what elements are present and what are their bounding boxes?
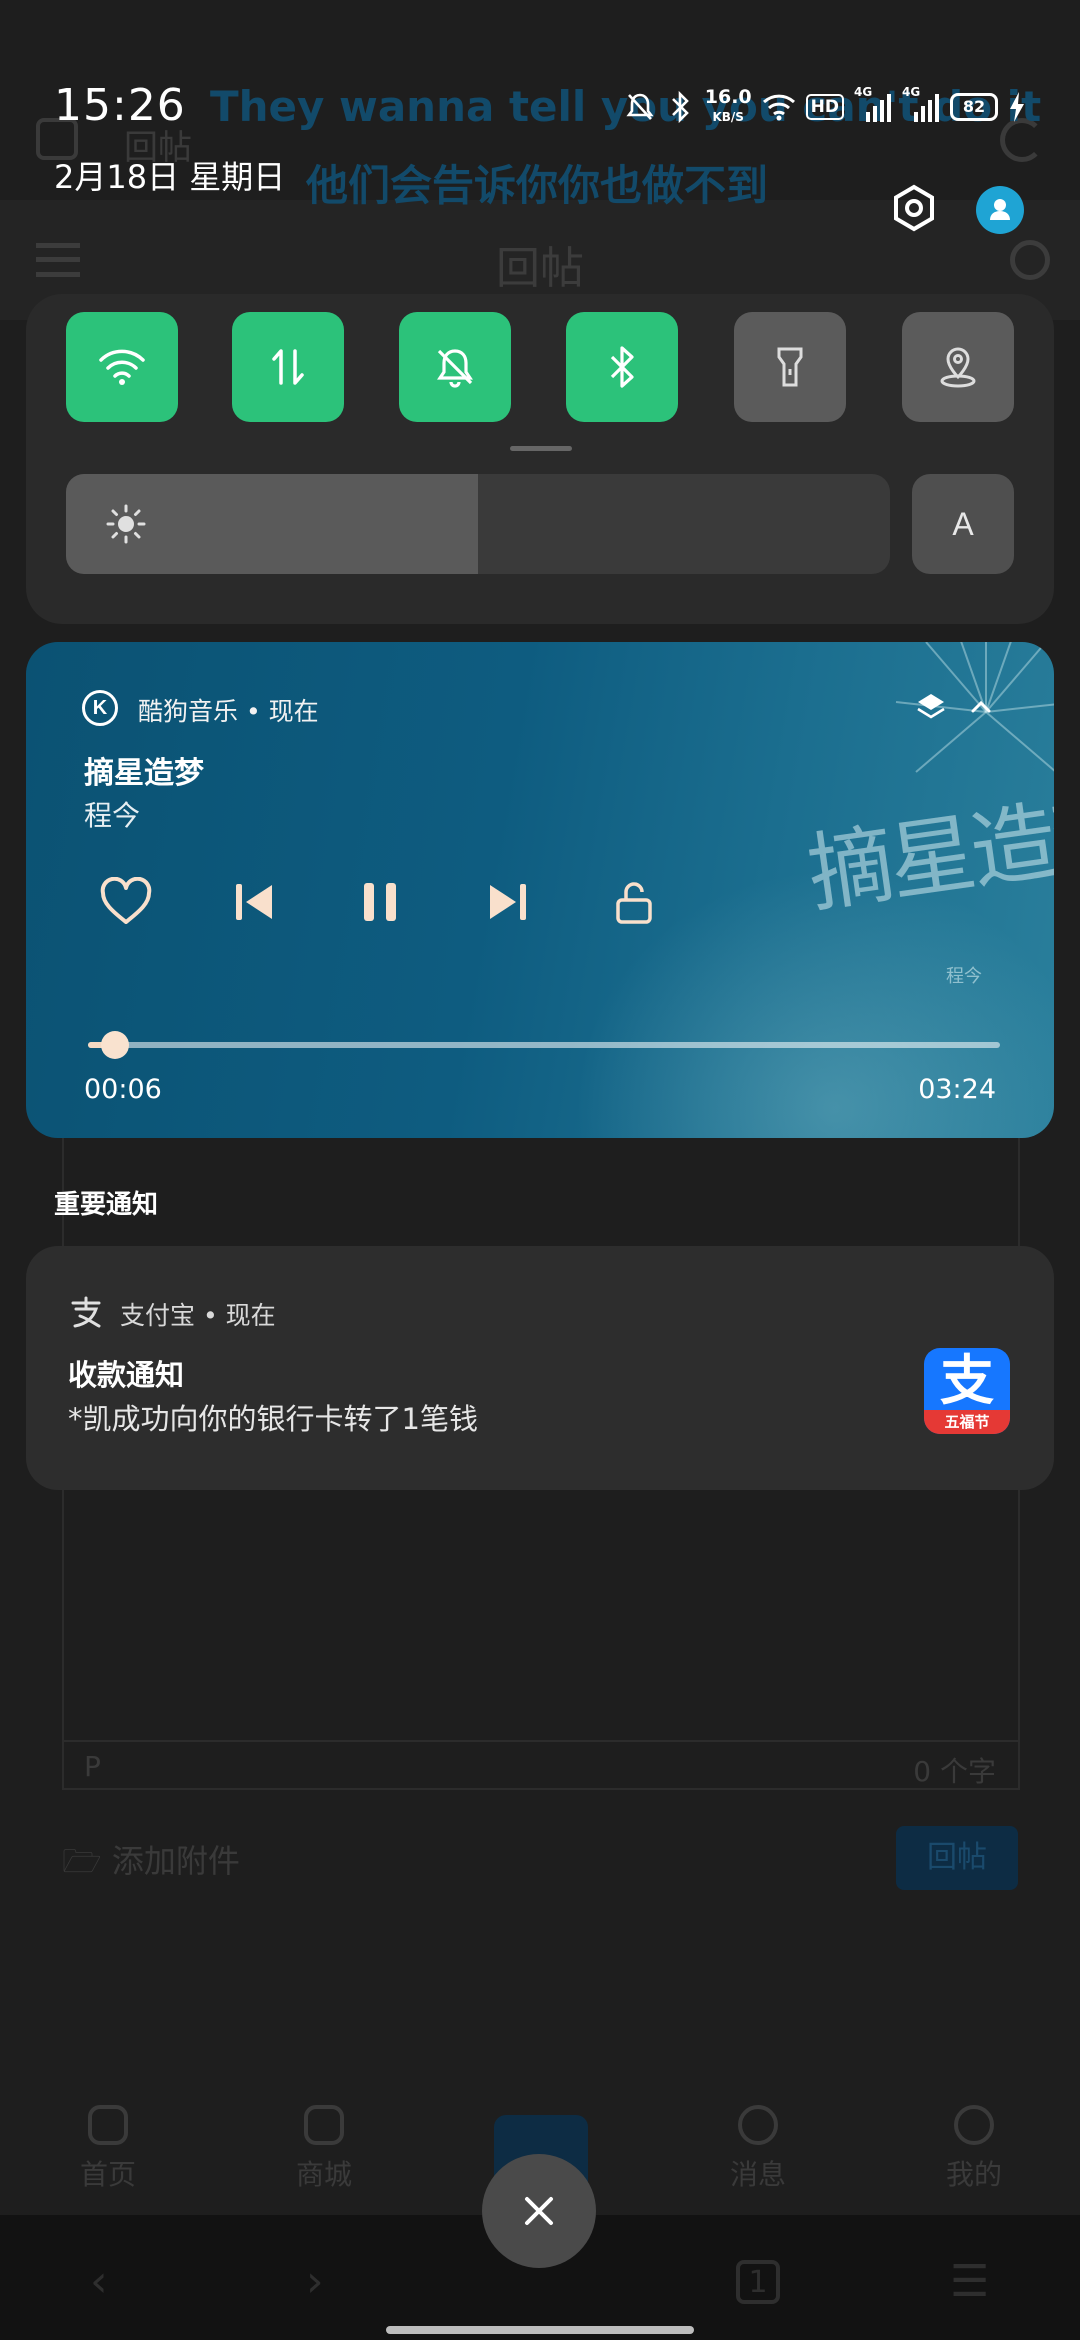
user-icon — [990, 199, 1010, 220]
battery-level: 82 — [950, 93, 998, 121]
qs-tile-silent[interactable] — [399, 312, 511, 422]
attach-text: 添加附件 — [111, 1842, 240, 1880]
previous-button[interactable] — [222, 870, 286, 934]
important-section-label: 重要通知 — [54, 1190, 159, 1220]
hd-label: HD — [810, 97, 839, 117]
panel-drag-handle[interactable] — [510, 446, 572, 451]
auto-brightness-button[interactable]: A — [912, 474, 1014, 574]
brightness-slider[interactable] — [66, 474, 890, 574]
artwork-artist: 程今 — [946, 966, 982, 987]
progress-thumb[interactable] — [101, 1031, 130, 1059]
wifi-icon — [762, 87, 796, 127]
bluetooth-icon — [610, 346, 634, 388]
wifi-icon — [99, 349, 145, 385]
profile-icon — [954, 2105, 994, 2145]
status-icons: 16.0 KB/S HD 4G 4G 82 — [625, 85, 1026, 128]
alipay-logo-char: 支 — [940, 1349, 994, 1412]
char-count: 0 个字 — [913, 1755, 996, 1788]
notification-title: 收款通知 — [68, 1358, 185, 1392]
alipay-logo-icon: 支 五福节 — [924, 1348, 1010, 1434]
mute-icon — [437, 349, 473, 388]
qs-tile-location[interactable] — [902, 312, 1014, 422]
mute-icon — [625, 87, 655, 127]
editor-paragraph-tag: P — [84, 1750, 101, 1783]
forward-icon: › — [306, 2256, 324, 2307]
sim1-label: 4G — [854, 85, 873, 99]
tab-mine: 我的 — [904, 2105, 1044, 2193]
quick-settings-panel: A — [26, 294, 1054, 624]
notification-app-line: 支付宝 • 现在 — [120, 1301, 276, 1330]
unlock-icon — [616, 882, 652, 924]
home-indicator[interactable] — [386, 2326, 694, 2334]
status-date: 2月18日 星期日 — [54, 158, 286, 196]
grid-icon — [304, 2105, 344, 2145]
attach-label: 🗁 添加附件 — [62, 1836, 240, 1893]
total-time: 03:24 — [918, 1074, 996, 1105]
net-speed: 16.0 KB/S — [705, 87, 752, 127]
tab-home: 首页 — [38, 2105, 178, 2193]
alipay-logo-band: 五福节 — [924, 1410, 1010, 1434]
qs-tile-bluetooth[interactable] — [566, 312, 678, 422]
kugou-app-icon: K — [82, 690, 118, 726]
next-icon — [490, 884, 526, 920]
flashlight-icon — [777, 347, 803, 387]
lock-lyrics-button[interactable] — [602, 870, 666, 934]
lyric-line-cn: 他们会告诉你你也做不到 — [306, 161, 769, 210]
brightness-icon — [106, 504, 146, 544]
sim2-label: 4G — [902, 85, 921, 99]
net-speed-unit: KB/S — [712, 110, 744, 124]
qs-tile-flashlight[interactable] — [734, 312, 846, 422]
playback-progress[interactable] — [88, 1031, 1000, 1059]
net-speed-value: 16.0 — [704, 86, 752, 108]
message-icon — [738, 2105, 778, 2145]
pause-icon — [364, 883, 396, 921]
battery-icon: 82 — [950, 87, 998, 127]
status-clock: 15:26 — [54, 80, 186, 131]
media-notification[interactable]: 摘星造梦 程今 K 酷狗音乐 • 现在 摘星造梦 程今 00:06 03:24 — [26, 642, 1054, 1138]
back-icon: ‹ — [90, 2256, 108, 2307]
signal-icon: 4G — [902, 85, 940, 127]
close-icon — [525, 2197, 553, 2225]
tab-mall-label: 商城 — [295, 2158, 352, 2191]
tabs-count-icon: 1 — [736, 2260, 780, 2304]
pause-button[interactable] — [348, 870, 412, 934]
media-app-line: 酷狗音乐 • 现在 — [138, 697, 319, 726]
tab-messages-label: 消息 — [729, 2158, 786, 2191]
like-button[interactable] — [94, 870, 158, 934]
more-menu-icon: ☰ — [950, 2256, 990, 2307]
notification-body: *凯成功向你的银行卡转了1笔钱 — [68, 1402, 478, 1436]
current-time: 00:06 — [84, 1074, 162, 1105]
alipay-icon — [71, 1296, 101, 1328]
layers-icon[interactable] — [914, 690, 948, 724]
chevron-up-icon[interactable] — [966, 692, 996, 722]
tab-messages: 消息 — [688, 2105, 828, 2193]
background-editor-footer — [62, 1740, 1020, 1790]
qs-tile-wifi[interactable] — [66, 312, 178, 422]
data-transfer-icon — [272, 349, 304, 385]
tab-home-label: 首页 — [79, 2158, 136, 2191]
location-icon — [940, 347, 976, 388]
folder-icon: 🗁 — [62, 1842, 102, 1880]
signal-icon: 4G — [854, 85, 892, 127]
background-reply-button: 回帖 — [896, 1826, 1018, 1890]
home-icon — [88, 2105, 128, 2145]
alipay-notification[interactable]: 支付宝 • 现在 收款通知 *凯成功向你的银行卡转了1笔钱 支 五福节 — [26, 1246, 1054, 1490]
search-icon — [1010, 240, 1050, 280]
clear-notifications-button[interactable] — [482, 2154, 596, 2268]
settings-button[interactable] — [890, 184, 938, 232]
song-artist: 程今 — [84, 799, 141, 832]
heart-icon — [100, 877, 152, 924]
background-page-title: 回帖 — [496, 243, 584, 294]
tab-mall: 商城 — [254, 2105, 394, 2193]
bluetooth-icon — [665, 87, 695, 127]
tab-mine-label: 我的 — [945, 2158, 1002, 2191]
qs-tile-mobile-data[interactable] — [232, 312, 344, 422]
song-title: 摘星造梦 — [84, 756, 204, 791]
gear-icon — [894, 184, 934, 232]
hd-badge: HD — [805, 94, 844, 120]
user-account-button[interactable] — [976, 186, 1024, 234]
next-button[interactable] — [476, 870, 540, 934]
previous-icon — [236, 884, 272, 920]
charging-icon — [1008, 87, 1026, 127]
